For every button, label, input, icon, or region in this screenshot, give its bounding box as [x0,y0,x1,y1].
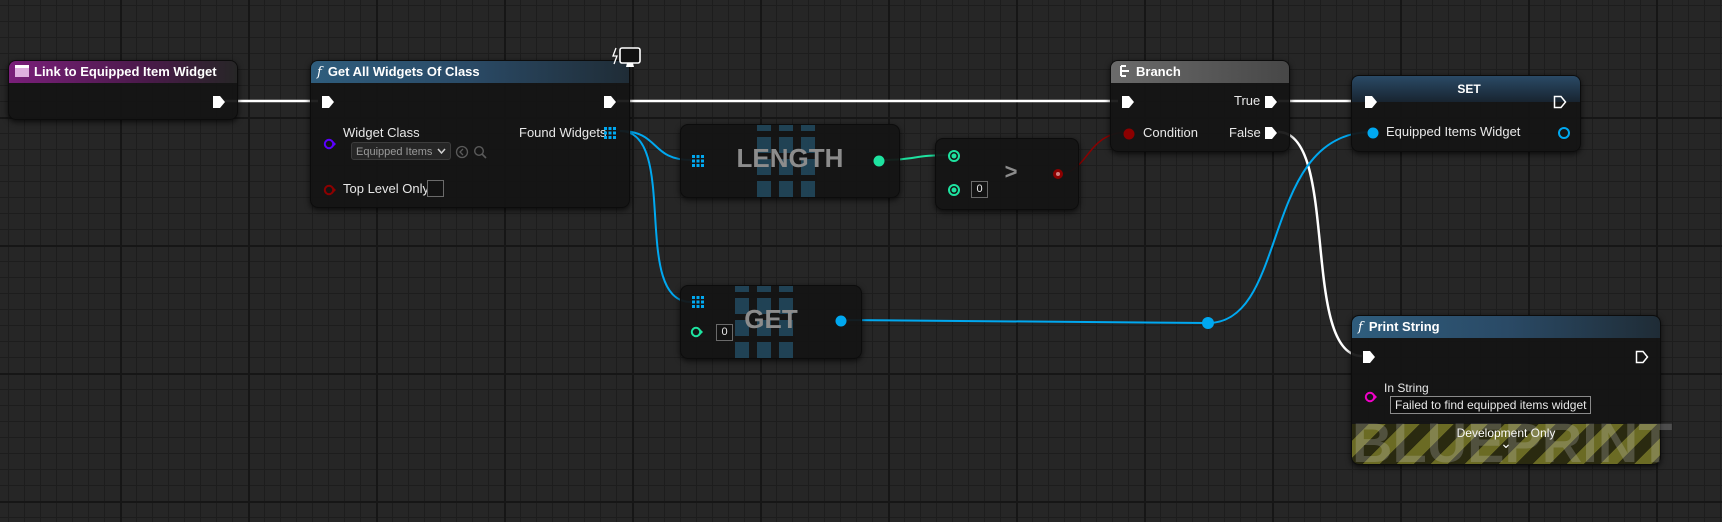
chevron-down-icon [437,148,446,155]
branch-node[interactable]: Branch Condition True False [1110,60,1290,152]
integer-output-pin[interactable] [872,154,886,168]
monitor-icon [612,47,641,67]
length-node-title: LENGTH [736,143,844,173]
branch-icon [1120,65,1129,77]
blueprint-watermark: BLUEPRINT [1352,411,1673,474]
set-node-header: SET [1352,76,1580,102]
greater-operator: > [1004,159,1018,184]
top-level-only-checkbox[interactable] [427,180,444,197]
compare-value-input[interactable]: 0 [971,181,988,198]
widget-class-dropdown[interactable]: Equipped Items [351,142,451,160]
set-node[interactable]: SET Equipped Items Widget [1351,75,1581,152]
string-pin-icon[interactable] [1364,391,1378,403]
bool-pin-icon[interactable] [323,184,337,196]
widget-class-value: Equipped Items [356,146,433,158]
event-icon [15,65,29,77]
exec-output-pin[interactable] [603,95,617,109]
function-icon: f [317,65,322,80]
condition-pin[interactable] [1122,127,1136,141]
array-output-pin[interactable] [604,127,616,139]
exec-input-pin[interactable] [1364,95,1378,109]
integer-input-pin-b[interactable] [947,183,961,197]
event-node-title: Link to Equipped Item Widget [34,64,217,79]
true-label: True [1234,93,1261,108]
integer-input-pin-a[interactable] [947,149,961,163]
exec-input-pin[interactable] [1362,350,1376,364]
integer-index-pin[interactable] [690,326,704,338]
exec-output-pin[interactable] [1553,95,1567,109]
exec-wire-false-to-print [1277,130,1363,358]
class-pin-icon[interactable] [323,138,337,150]
object-output-pin[interactable] [834,314,848,328]
widget-class-label: Widget Class [343,125,420,140]
function-icon: f [1358,320,1363,335]
get-all-widgets-node[interactable]: f Get All Widgets Of Class Widget Class E… [310,60,630,208]
get-index-input[interactable]: 0 [716,324,733,341]
browse-back-icon[interactable] [455,145,469,159]
length-node[interactable]: LENGTH [680,124,900,198]
array-input-pin[interactable] [692,296,704,308]
object-wire-get-to-set [839,131,1373,325]
found-widgets-label: Found Widgets [519,125,607,140]
false-label: False [1229,125,1261,140]
get-all-widgets-title: Get All Widgets Of Class [327,64,480,79]
array-input-pin[interactable] [692,155,704,167]
exec-input-pin[interactable] [321,95,335,109]
print-string-title: Print String [1368,319,1440,334]
event-node[interactable]: Link to Equipped Item Widget [8,60,238,120]
set-variable-label: Equipped Items Widget [1386,124,1521,139]
exec-output-pin[interactable] [1635,350,1649,364]
search-icon[interactable] [473,145,487,159]
get-all-widgets-header: f Get All Widgets Of Class [311,61,629,83]
exec-output-pin[interactable] [212,95,226,109]
greater-than-node[interactable]: 0 > [935,138,1079,210]
branch-node-header: Branch [1111,61,1289,83]
condition-label: Condition [1143,125,1198,140]
object-input-pin[interactable] [1366,126,1380,140]
true-exec-pin[interactable] [1264,95,1278,109]
exec-input-pin[interactable] [1121,95,1135,109]
in-string-label: In String [1384,381,1429,395]
object-output-pin[interactable] [1557,126,1571,140]
event-node-header: Link to Equipped Item Widget [9,61,237,83]
false-exec-pin[interactable] [1264,126,1278,140]
branch-node-title: Branch [1136,64,1181,79]
print-string-header: f Print String [1352,316,1660,338]
reroute-knot [1202,317,1214,329]
top-level-only-label: Top Level Only [343,181,429,196]
get-node[interactable]: GET 0 [680,285,862,359]
blueprint-graph-canvas[interactable]: Link to Equipped Item Widget f Get All Wi… [0,0,1722,522]
bool-output-pin[interactable] [1051,167,1065,181]
